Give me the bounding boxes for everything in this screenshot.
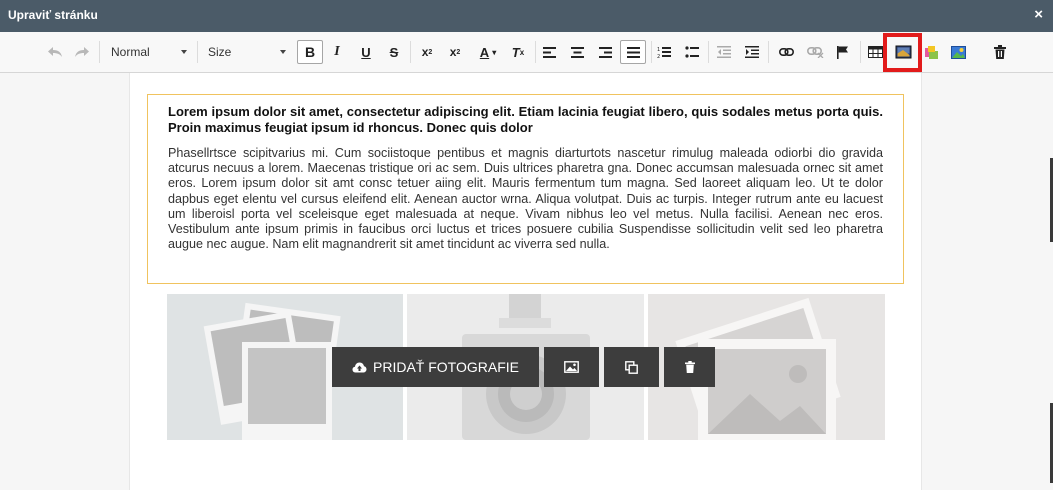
image-icon — [564, 361, 579, 373]
underline-icon[interactable]: U — [356, 40, 376, 64]
toolbar-separator — [860, 41, 861, 63]
add-photos-label: PRIDAŤ FOTOGRAFIE — [373, 359, 519, 375]
undo-icon[interactable] — [45, 40, 65, 64]
cloud-upload-icon — [352, 362, 367, 373]
subscript-icon[interactable]: x2 — [417, 40, 437, 64]
delete-icon[interactable] — [989, 40, 1011, 64]
image-gallery: PRIDAŤ FOTOGRAFIE — [167, 294, 885, 440]
gallery-duplicate-button[interactable] — [604, 347, 659, 387]
editor-page: Lorem ipsum dolor sit amet, consectetur … — [129, 73, 922, 490]
bold-icon[interactable]: B — [297, 40, 323, 64]
text-block[interactable]: Lorem ipsum dolor sit amet, consectetur … — [147, 94, 904, 284]
redo-icon[interactable] — [72, 40, 92, 64]
add-photos-button[interactable]: PRIDAŤ FOTOGRAFIE — [332, 347, 539, 387]
flag-icon[interactable] — [833, 40, 853, 64]
align-left-icon[interactable] — [539, 40, 559, 64]
superscript-icon[interactable]: x2 — [445, 40, 465, 64]
gallery-delete-button[interactable] — [664, 347, 715, 387]
unordered-list-icon[interactable] — [682, 40, 702, 64]
svg-text:2: 2 — [657, 54, 660, 58]
close-icon[interactable]: × — [1034, 7, 1043, 23]
content-paragraph: Phasellrtsce scipitvarius mi. Cum sociis… — [168, 146, 883, 252]
toolbar-separator — [535, 41, 536, 63]
svg-text:1: 1 — [657, 47, 660, 53]
dialog-titlebar: Upraviť stránku × — [0, 0, 1053, 32]
highlight-box — [883, 33, 922, 72]
toolbar-separator — [768, 41, 769, 63]
content-heading: Lorem ipsum dolor sit amet, consectetur … — [168, 104, 883, 135]
format-select-value: Normal — [111, 45, 150, 59]
gallery-image-button[interactable] — [544, 347, 599, 387]
editor-canvas: Lorem ipsum dolor sit amet, consectetur … — [0, 73, 1053, 490]
copy-icon — [625, 360, 638, 374]
size-select[interactable]: Size — [204, 40, 290, 64]
widget-icon[interactable] — [921, 40, 941, 64]
clear-format-icon[interactable]: Tx — [508, 40, 528, 64]
strikethrough-icon[interactable]: S — [384, 40, 404, 64]
toolbar-separator — [197, 41, 198, 63]
image-icon[interactable] — [948, 40, 968, 64]
outdent-icon[interactable] — [714, 40, 734, 64]
format-select[interactable]: Normal — [107, 40, 191, 64]
chevron-down-icon — [280, 50, 286, 54]
trash-icon — [684, 361, 695, 373]
italic-icon[interactable]: I — [327, 40, 347, 64]
align-center-icon[interactable] — [567, 40, 587, 64]
align-right-icon[interactable] — [595, 40, 615, 64]
toolbar-separator — [651, 41, 652, 63]
chevron-down-icon — [181, 50, 187, 54]
dialog-title: Upraviť stránku — [8, 8, 98, 22]
indent-icon[interactable] — [742, 40, 762, 64]
table-icon[interactable] — [865, 40, 885, 64]
link-icon[interactable] — [776, 40, 796, 64]
align-justify-icon[interactable] — [620, 40, 646, 64]
ordered-list-icon[interactable]: 12 — [654, 40, 674, 64]
toolbar-separator — [708, 41, 709, 63]
toolbar-separator — [410, 41, 411, 63]
unlink-icon[interactable] — [804, 40, 826, 64]
text-color-icon[interactable]: A ▾ — [474, 40, 502, 64]
toolbar-separator — [99, 41, 100, 63]
size-select-value: Size — [208, 45, 232, 59]
